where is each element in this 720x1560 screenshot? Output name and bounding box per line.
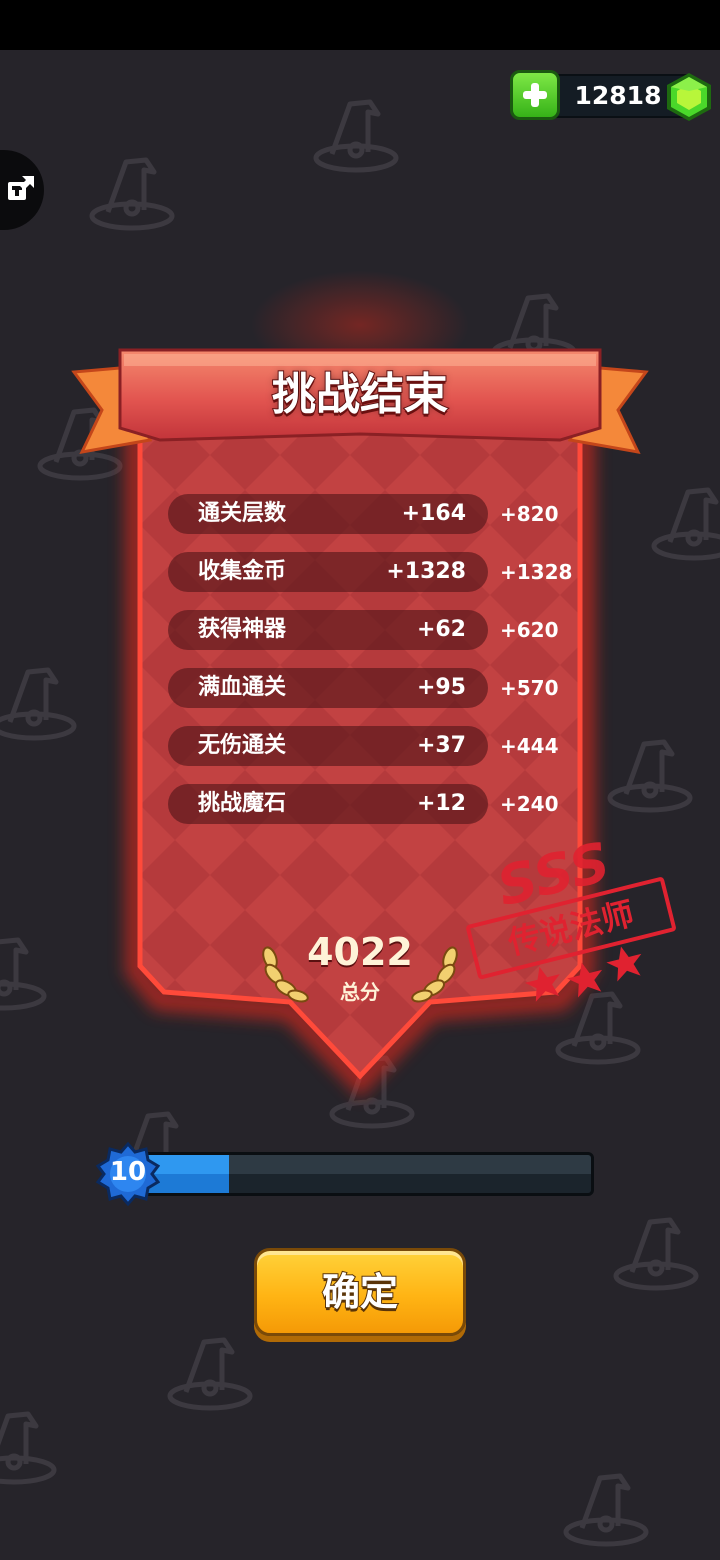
stat-label: 满血通关 [198,675,287,700]
confirm-button-label: 确定 [321,1269,399,1315]
stat-points: +570 [500,676,559,700]
stat-label: 获得神器 [198,617,287,642]
result-title: 挑战结束 [271,368,449,421]
stat-count: +37 [416,733,466,758]
level-number: 10 [109,1157,147,1187]
stat-points: +820 [500,502,559,526]
stat-row: 挑战魔石 +12 [168,784,488,824]
stat-count: +62 [416,617,466,642]
stat-points: +240 [500,792,559,816]
stat-points: +620 [500,618,559,642]
stat-row: 满血通关 +95 [168,668,488,708]
stat-count: +164 [401,501,466,526]
level-progress-bar [118,1152,594,1196]
stat-count: +12 [416,791,466,816]
total-score-label: 总分 [340,980,380,1004]
stat-row: 无伤通关 +37 [168,726,488,766]
stat-count: +95 [416,675,466,700]
stat-row: 收集金币 +1328 [168,552,488,592]
stat-points: +1328 [500,560,573,584]
stat-label: 无伤通关 [198,733,287,758]
stat-label: 通关层数 [198,501,287,526]
confirm-button[interactable]: 确定 [254,1248,466,1336]
stat-count: +1328 [386,559,466,584]
stat-label: 收集金币 [198,559,287,584]
stat-points: +444 [500,734,559,758]
stat-row: 通关层数 +164 [168,494,488,534]
stat-label: 挑战魔石 [198,791,287,816]
stat-row: 获得神器 +62 [168,610,488,650]
total-score: 4022 [307,930,413,974]
